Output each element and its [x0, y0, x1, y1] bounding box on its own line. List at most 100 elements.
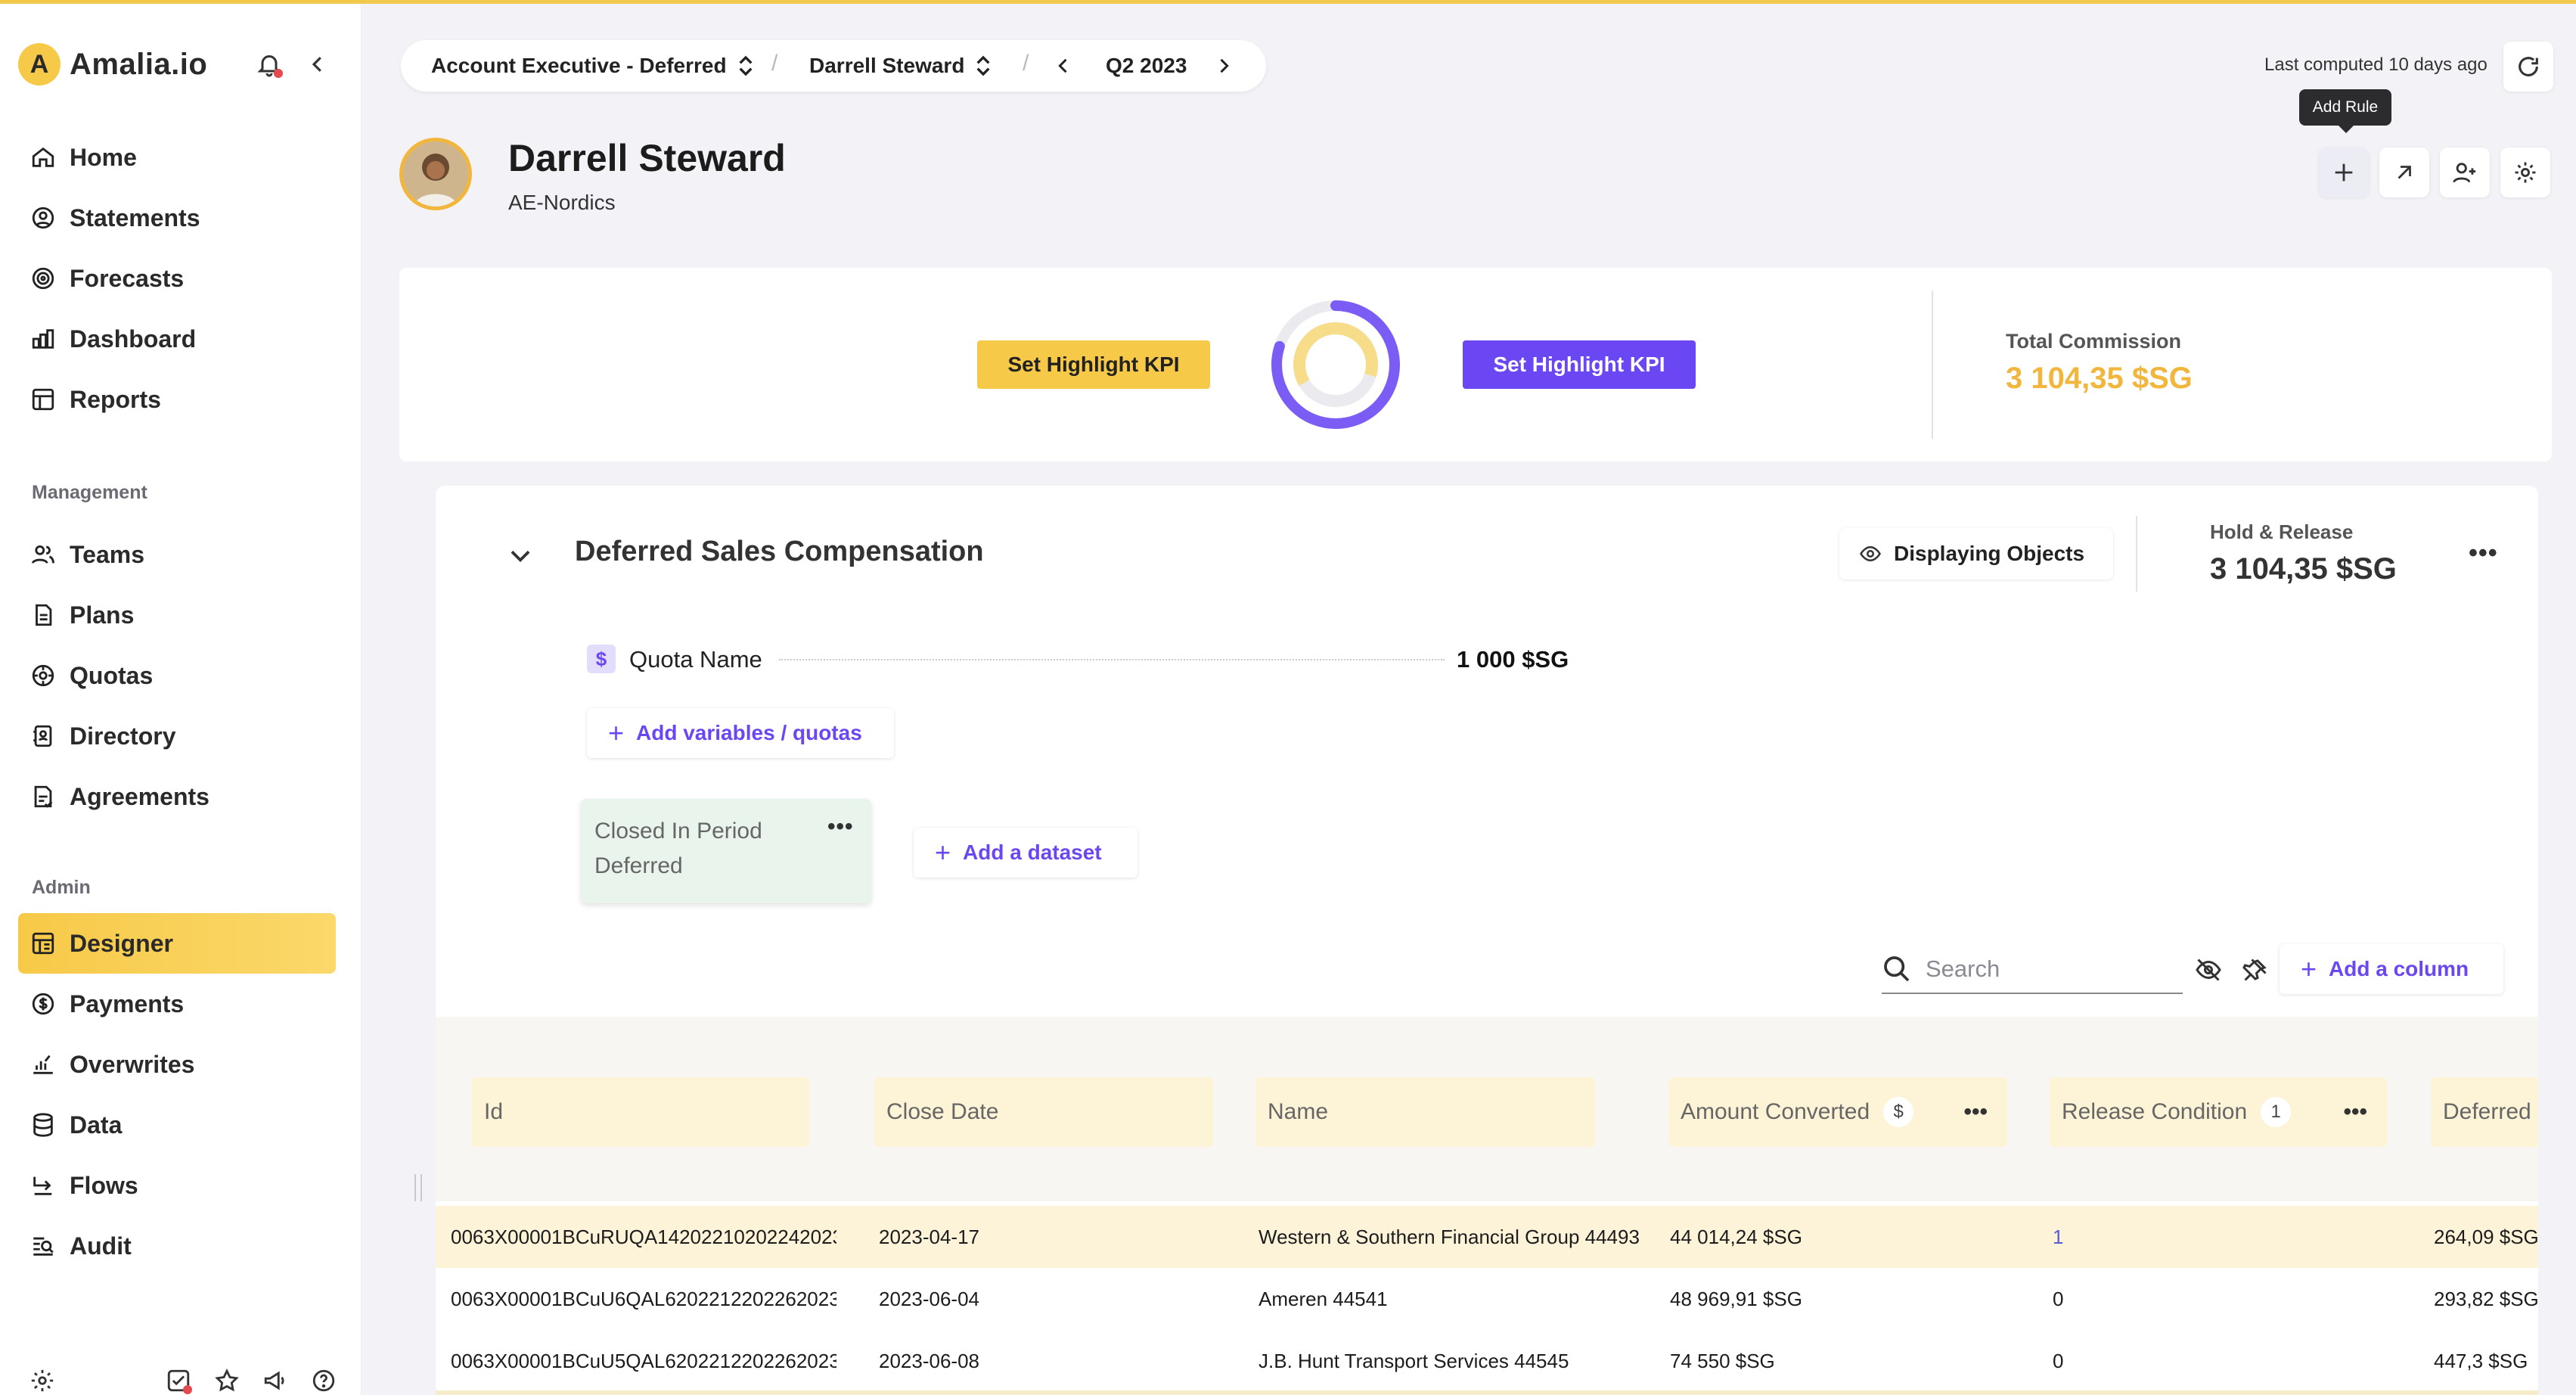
sidebar-item-plans[interactable]: Plans	[18, 585, 336, 645]
sidebar-item-agreements[interactable]: Agreements	[18, 766, 336, 827]
table-row[interactable]: 0063X00001BCuU5QAL6202212202262023 2023-…	[436, 1330, 2538, 1392]
tasks-button[interactable]	[162, 1364, 195, 1395]
notifications-button[interactable]	[251, 46, 287, 82]
overwrites-icon	[33, 1055, 53, 1074]
cell-close-date: 2023-04-17	[879, 1226, 979, 1248]
column-header-label: Amount Converted	[1681, 1099, 1870, 1124]
announcements-button[interactable]	[259, 1364, 292, 1395]
dashboard-icon	[32, 329, 54, 349]
unpin-button[interactable]	[2239, 953, 2272, 986]
open-statement-button[interactable]	[2379, 148, 2429, 197]
column-header-amount-converted[interactable]: Amount Converted $ •••	[1668, 1077, 2007, 1147]
help-button[interactable]	[307, 1364, 340, 1395]
add-dataset-button[interactable]: + Add a dataset	[914, 828, 1137, 878]
column-header-id[interactable]: Id	[472, 1077, 809, 1147]
sidebar-item-statements[interactable]: Statements	[18, 188, 336, 248]
sidebar-item-quotas[interactable]: Quotas	[18, 645, 336, 706]
eye-icon	[1860, 545, 1881, 562]
context-selector-bar: Account Executive - Deferred / Darrell S…	[401, 40, 1266, 92]
add-variables-button[interactable]: + Add variables / quotas	[587, 708, 894, 758]
quotas-icon	[32, 664, 54, 687]
settings-button-header[interactable]	[2500, 148, 2550, 197]
add-rule-button[interactable]	[2319, 148, 2369, 197]
team-subtitle: AE-Nordics	[508, 191, 616, 214]
kpi-card: Set Highlight KPI Set Highlight KPI Tota…	[399, 268, 2552, 461]
table-row[interactable]: 0063X00001BCuRUQA14202210202242023 2023-…	[436, 1206, 2538, 1268]
sidebar-item-teams[interactable]: Teams	[18, 524, 336, 585]
arrow-up-right-icon	[2398, 166, 2411, 179]
sidebar-item-label: Audit	[70, 1232, 132, 1260]
column-header-close-date[interactable]: Close Date	[874, 1077, 1213, 1147]
condition-count-badge: 1	[2261, 1097, 2292, 1127]
selector-separator: /	[1023, 51, 1029, 76]
search-input[interactable]	[1926, 955, 2168, 983]
user-selector[interactable]: Darrell Steward	[809, 54, 992, 78]
sidebar-item-label: Quotas	[70, 661, 154, 689]
previous-period-button[interactable]	[1053, 55, 1074, 76]
sidebar-item-reports[interactable]: Reports	[18, 369, 336, 430]
app-logo[interactable]: A Amalia.io	[18, 43, 207, 85]
plans-icon	[36, 604, 52, 626]
collapse-sidebar-button[interactable]	[299, 46, 336, 82]
cell-id: 0063X00001BCuU6QAL6202212202262023	[451, 1288, 836, 1310]
rule-title: Deferred Sales Compensation	[575, 536, 984, 567]
column-more-button[interactable]: •••	[1963, 1099, 1988, 1125]
home-icon	[32, 147, 54, 167]
section-label-admin: Admin	[32, 877, 91, 898]
table-row[interactable]: 0063X00001BCuU6QAL6202212202262023 2023-…	[436, 1268, 2538, 1330]
agreements-icon	[34, 785, 53, 808]
sidebar-item-flows[interactable]: Flows	[18, 1155, 336, 1216]
set-highlight-kpi-button-right[interactable]: Set Highlight KPI	[1463, 340, 1696, 389]
displaying-objects-button[interactable]: Displaying Objects	[1839, 528, 2113, 579]
search-field[interactable]	[1882, 946, 2183, 994]
collapse-rule-button[interactable]	[502, 537, 538, 573]
favorites-button[interactable]	[210, 1364, 244, 1395]
column-header-label: Deferred	[2443, 1099, 2531, 1124]
hide-columns-button[interactable]	[2192, 953, 2225, 986]
flows-icon	[33, 1176, 52, 1195]
plan-selector[interactable]: Account Executive - Deferred	[431, 54, 754, 78]
cell-name: J.B. Hunt Transport Services 44545	[1259, 1350, 1569, 1372]
designer-icon	[32, 932, 54, 955]
cell-amount: 44 014,24 $SG	[1670, 1226, 1802, 1248]
search-icon	[1884, 956, 1910, 982]
column-header-deferred[interactable]: Deferred	[2431, 1077, 2538, 1147]
period-label[interactable]: Q2 2023	[1106, 54, 1187, 78]
sidebar-item-payments[interactable]: Payments	[18, 974, 336, 1034]
cell-deferred: 447,3 $SG	[2434, 1350, 2528, 1372]
sidebar-item-data[interactable]: Data	[18, 1095, 336, 1155]
chevron-right-icon	[1220, 58, 1229, 73]
teams-icon	[32, 545, 54, 564]
sidebar-item-label: Home	[70, 143, 137, 171]
sidebar-item-home[interactable]: Home	[18, 127, 336, 188]
sidebar-item-dashboard[interactable]: Dashboard	[18, 309, 336, 369]
sidebar-item-audit[interactable]: Audit	[18, 1216, 336, 1276]
column-more-button[interactable]: •••	[2343, 1099, 2367, 1125]
settings-button[interactable]	[26, 1364, 59, 1395]
quota-name[interactable]: Quota Name	[629, 646, 762, 673]
gear-icon	[2515, 162, 2536, 183]
quota-leader-line	[779, 659, 1445, 660]
sidebar-item-label: Data	[70, 1111, 123, 1139]
next-period-button[interactable]	[1213, 55, 1234, 76]
sidebar-item-forecasts[interactable]: Forecasts	[18, 248, 336, 309]
sidebar-item-directory[interactable]: Directory	[18, 706, 336, 766]
quota-value: 1 000 $SG	[1457, 646, 1569, 673]
sidebar-item-overwrites[interactable]: Overwrites	[18, 1034, 336, 1095]
refresh-button[interactable]	[2503, 42, 2553, 92]
column-header-name[interactable]: Name	[1255, 1077, 1596, 1147]
column-header-label: Close Date	[886, 1099, 999, 1124]
add-column-button[interactable]: + Add a column	[2280, 944, 2503, 994]
column-header-release-condition[interactable]: Release Condition 1 •••	[2050, 1077, 2387, 1147]
sidebar-item-designer[interactable]: Designer	[18, 913, 336, 974]
rule-more-button[interactable]: •••	[2469, 539, 2498, 568]
dataset-more-button[interactable]: •••	[827, 814, 854, 840]
cell-close-date: 2023-06-08	[879, 1350, 979, 1372]
add-user-button[interactable]	[2440, 148, 2490, 197]
sidebar-item-label: Forecasts	[70, 264, 185, 292]
add-column-label: Add a column	[2329, 957, 2469, 980]
cell-release-condition[interactable]: 1	[2053, 1206, 2063, 1268]
resize-handle[interactable]	[414, 1174, 422, 1201]
total-commission-value: 3 104,35 $SG	[2006, 362, 2193, 395]
set-highlight-kpi-button-left[interactable]: Set Highlight KPI	[977, 340, 1210, 389]
